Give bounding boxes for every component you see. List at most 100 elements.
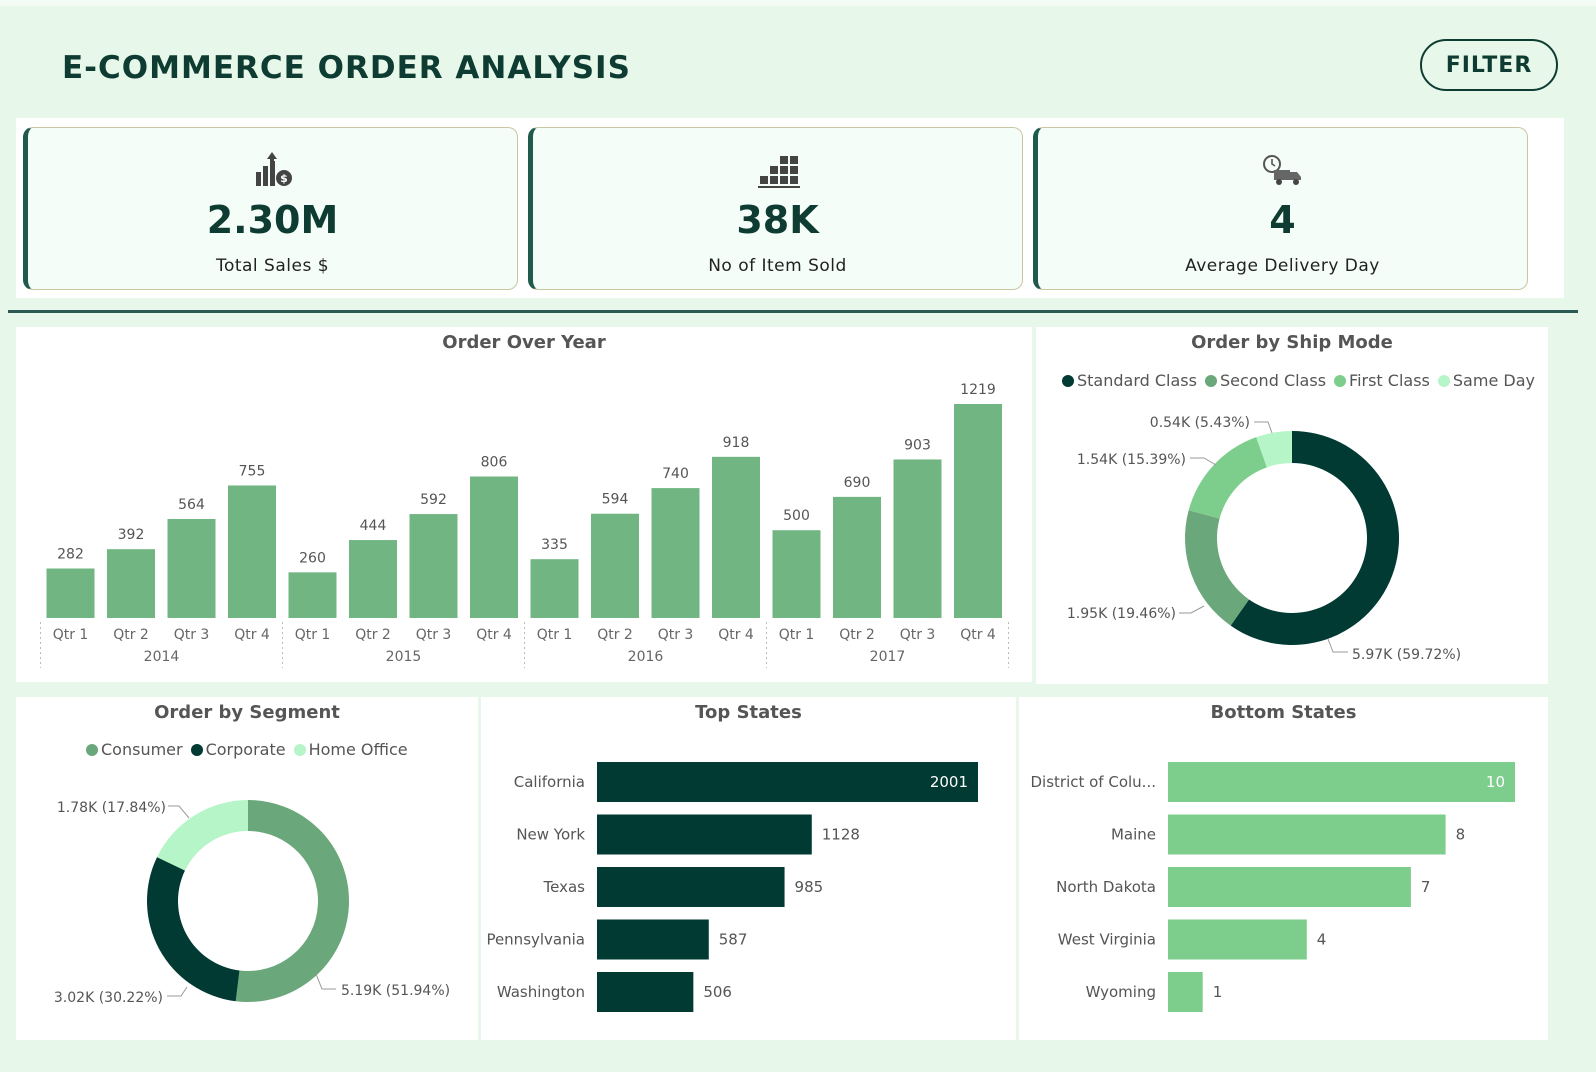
ship-mode-panel: Order by Ship Mode Standard Class Second… [1036, 327, 1548, 684]
leader-line [315, 973, 336, 990]
bar [772, 530, 821, 618]
tick-label: Qtr 3 [900, 627, 936, 643]
data-label: 594 [602, 492, 629, 508]
delivery-truck-icon [1262, 155, 1301, 185]
bar [470, 476, 518, 618]
kpi-value: 38K [736, 198, 819, 242]
donut-slice [235, 800, 350, 1002]
bar [349, 540, 397, 618]
kpi-label: No of Item Sold [708, 256, 847, 276]
bottom-states-chart: District of Colu... 10 Maine 8 North Dakota 7… [1030, 762, 1515, 1012]
bar [1168, 919, 1307, 960]
bar [591, 513, 639, 618]
category-label: Pennsylvania [486, 931, 585, 949]
bar [46, 568, 95, 618]
data-label: 1.54K (15.39%) [1077, 452, 1186, 468]
tick-label: Qtr 1 [295, 627, 331, 643]
leader-line [1179, 605, 1205, 614]
bar [1168, 867, 1411, 907]
data-label: 690 [844, 475, 871, 491]
tick-label: Qtr 4 [718, 627, 754, 643]
group-label: 2014 [144, 649, 180, 665]
segment-panel: Order by Segment Consumer Corporate Home… [16, 697, 478, 1040]
data-label: 985 [795, 878, 824, 896]
bar [228, 485, 276, 618]
category-label: Wyoming [1086, 983, 1156, 1001]
leader-line [1327, 638, 1348, 653]
data-label: 755 [239, 463, 266, 479]
sales-growth-icon: $ [255, 152, 292, 186]
tick-label: Qtr 1 [779, 627, 815, 643]
tick-label: Qtr 2 [355, 627, 391, 643]
boxes-icon [757, 156, 800, 188]
category-label: California [514, 773, 585, 791]
bottom-states-panel: Bottom States District of Colu... 10 Maine… [1019, 697, 1548, 1040]
kpi-value: 4 [1269, 198, 1296, 242]
data-label: 335 [541, 537, 568, 553]
data-label: 260 [299, 550, 326, 566]
data-label: 5.97K (59.72%) [1352, 647, 1461, 663]
tick-label: Qtr 2 [597, 627, 633, 643]
category-label: New York [516, 826, 585, 844]
data-label: 4 [1317, 931, 1327, 949]
data-label: 587 [719, 931, 748, 949]
category-label: Washington [497, 983, 585, 1001]
category-label: Maine [1111, 826, 1156, 844]
group-label: 2016 [628, 649, 664, 665]
data-label: 7 [1421, 878, 1431, 896]
ship-mode-donut: 5.97K (59.72%) 1.95K (19.46%) 1.54K (15.39… [1067, 415, 1461, 663]
tick-label: Qtr 4 [234, 627, 270, 643]
bar [107, 549, 155, 618]
kpi-card-items-sold: 38K No of Item Sold [528, 127, 1023, 290]
data-label: 564 [178, 497, 205, 513]
tick-label: Qtr 2 [113, 627, 149, 643]
tick-label: Qtr 3 [174, 627, 210, 643]
category-label: North Dakota [1056, 878, 1156, 896]
bar [1168, 814, 1446, 855]
data-label: 1219 [960, 382, 996, 398]
bar [288, 572, 337, 618]
bar [712, 456, 760, 618]
filter-button[interactable]: FILTER [1420, 39, 1558, 91]
data-label: 1128 [822, 826, 860, 844]
data-label: 918 [723, 435, 750, 451]
leader-line [1190, 457, 1217, 466]
data-label: 2001 [930, 773, 968, 791]
bar [893, 459, 942, 618]
data-label: 1.78K (17.84%) [57, 800, 166, 816]
kpi-value: 2.30M [206, 198, 339, 242]
group-label: 2015 [386, 649, 422, 665]
data-label: 500 [783, 508, 810, 524]
data-label: 592 [420, 492, 447, 508]
top-strip [0, 0, 1596, 6]
bar [833, 496, 881, 618]
svg-text:$: $ [280, 172, 288, 185]
bar [167, 518, 216, 618]
tick-label: Qtr 2 [839, 627, 875, 643]
data-label: 0.54K (5.43%) [1150, 415, 1250, 431]
data-label: 806 [481, 455, 508, 471]
data-label: 740 [662, 466, 689, 482]
bar [597, 919, 709, 960]
category-label: West Virginia [1058, 931, 1156, 949]
kpi-label: Average Delivery Day [1185, 256, 1380, 276]
data-label: 444 [360, 518, 387, 534]
order-over-year-panel: Order Over Year 282 Qtr 1 392 Qtr 2 564 Qtr 3… [16, 327, 1032, 682]
kpi-card-delivery-day: 4 Average Delivery Day [1033, 127, 1528, 290]
leader-line [167, 986, 188, 997]
bar [1168, 762, 1515, 802]
bar [954, 404, 1002, 618]
donut-slice [157, 800, 248, 871]
donut-slice [1185, 510, 1249, 626]
donut-slice [147, 857, 240, 1002]
data-label: 903 [904, 437, 931, 453]
section-divider [8, 310, 1578, 313]
order-over-year-chart: 282 Qtr 1 392 Qtr 2 564 Qtr 3 755 Qtr 4 260 Qtr 1… [40, 382, 1009, 668]
data-label: 10 [1486, 773, 1505, 791]
tick-label: Qtr 3 [416, 627, 452, 643]
group-label: 2017 [870, 649, 906, 665]
tick-label: Qtr 4 [960, 627, 996, 643]
top-states-panel: Top States California 2001 New York 1128 Tex… [481, 697, 1016, 1040]
bar [409, 514, 458, 618]
tick-label: Qtr 4 [476, 627, 512, 643]
